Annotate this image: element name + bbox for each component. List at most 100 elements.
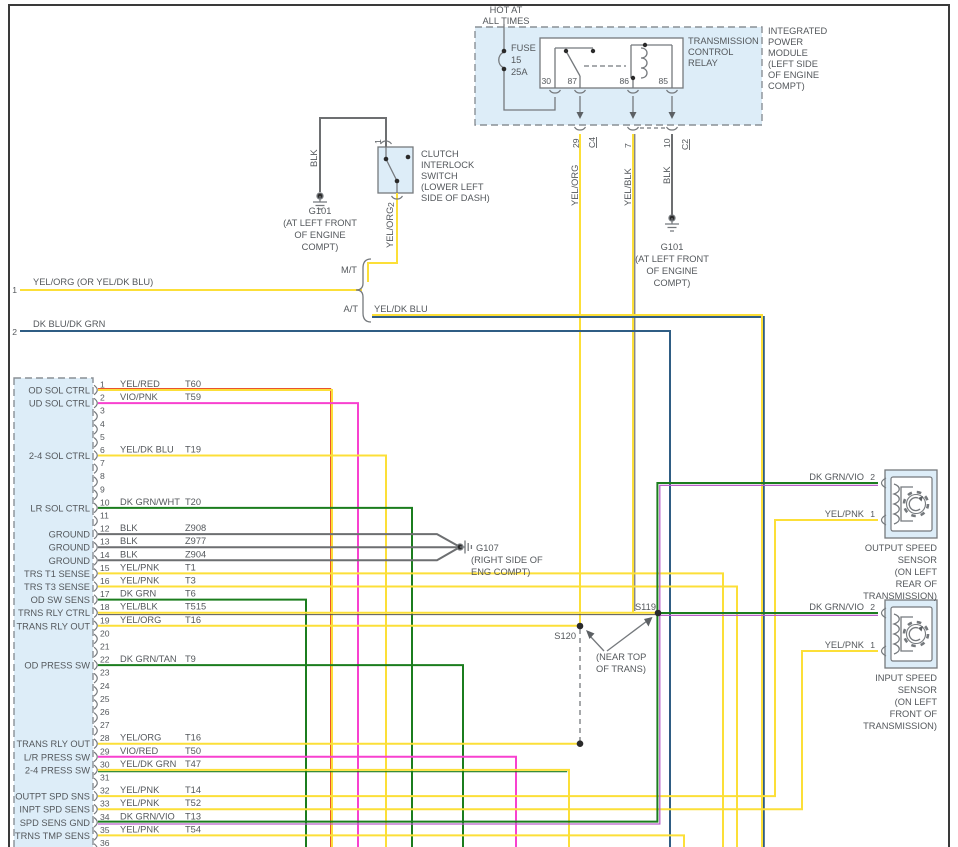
pin-socket-arc — [93, 450, 98, 461]
connector-pin-number: 8 — [100, 471, 105, 481]
connector-pin-number: 14 — [100, 550, 110, 560]
wire-code-label: T47 — [185, 759, 201, 769]
pin-socket-arc — [93, 633, 98, 645]
wire-code-label: T13 — [185, 811, 201, 821]
connector-pin-number: 3 — [100, 406, 105, 416]
pin-socket-arc — [93, 672, 98, 684]
g107-ground-icon — [460, 540, 473, 554]
row14-blk — [98, 546, 461, 562]
connector-pin-number: 23 — [100, 668, 110, 678]
pin-socket-arc — [93, 476, 98, 487]
s120-label: S120 — [554, 631, 576, 641]
svg-text:(LEFT SIDE: (LEFT SIDE — [768, 59, 818, 69]
output-pin2-wire-label: DK GRN/VIO — [809, 472, 864, 482]
wire-color-label: VIO/PNK — [120, 392, 159, 402]
output-pin1-wire-label: YEL/PNK — [825, 509, 865, 519]
s120-splice-dot — [576, 622, 584, 630]
wire-color-label: DK GRN/WHT — [120, 497, 180, 507]
connector-row-label: L/R PRESS SW — [24, 752, 90, 762]
row28-splice-dot — [576, 740, 584, 747]
connector-row-label: TRS T1 SENSE — [24, 569, 90, 579]
feed-1-number: 1 — [12, 285, 17, 295]
input-pin2: 2 — [870, 602, 875, 612]
pin-socket-arc — [93, 817, 98, 828]
pin-socket-arc — [93, 384, 98, 396]
relay-name: TRANSMISSION — [688, 36, 759, 46]
connector-pin-number: 20 — [100, 628, 110, 638]
svg-text:SWITCH: SWITCH — [421, 171, 458, 181]
wire-color-label: BLK — [120, 536, 138, 546]
connector-pin-number: 26 — [100, 707, 110, 717]
connector-row-label: TRANS RLY OUT — [16, 621, 90, 631]
pin-socket-arc — [93, 620, 98, 632]
svg-text:(LOWER LEFT: (LOWER LEFT — [421, 182, 484, 192]
connector-c4: C4 — [587, 137, 597, 148]
wire-color-label: VIO/RED — [120, 746, 159, 756]
wire-color-label: YEL/PNK — [120, 785, 160, 795]
feed-2-wire-label: DK BLU/DK GRN — [33, 319, 105, 329]
wire-color-label: YEL/PNK — [120, 798, 160, 808]
connector-pin-number: 31 — [100, 773, 110, 783]
wire-code-label: T6 — [185, 589, 196, 599]
yel-org-vert-label: YEL/ORG — [570, 165, 580, 206]
wire-color-label: BLK — [120, 523, 138, 533]
svg-text:MODULE: MODULE — [768, 48, 808, 58]
wiring-diagram: OD SOL CTRL 1 YEL/RED T60 UD SOL CTRL 2 VIO/PN… — [8, 4, 950, 847]
output-pin2: 2 — [870, 472, 875, 482]
pin-socket-arc — [93, 830, 98, 841]
clutch-pin2-label: 2 — [386, 202, 396, 207]
input-pin1: 1 — [870, 640, 875, 650]
wire-code-label: T9 — [185, 654, 196, 664]
connector-pin-number: 2 — [100, 393, 105, 403]
connector-pin-number: 27 — [100, 720, 110, 730]
hot-at-label: HOT AT — [490, 5, 523, 15]
wire-color-label: YEL/DK BLU — [120, 445, 174, 455]
pin-socket-arc — [93, 489, 98, 501]
connector-pin-number: 15 — [100, 563, 110, 573]
s119-label: S119 — [635, 602, 656, 612]
pin-socket-arc — [93, 437, 98, 448]
pin-socket-arc — [93, 424, 98, 435]
wires — [20, 24, 878, 847]
blk-vert-label: BLK — [662, 166, 672, 184]
ipm-out-pin-7: 7 — [623, 143, 633, 148]
splice-location-note: (NEAR TOP — [596, 652, 646, 662]
connector-row-label: OD SOL CTRL — [28, 386, 90, 396]
g101b-ground-icon — [665, 218, 679, 232]
connector-row-label: SPD SENS GND — [20, 818, 91, 828]
wire-code-label: T60 — [185, 379, 201, 389]
page-frame — [8, 4, 950, 847]
connector-pin-number: 11 — [100, 511, 109, 521]
pin-socket-arc — [93, 463, 98, 474]
connector-pin-number: 4 — [100, 419, 105, 429]
svg-text:SENSOR: SENSOR — [898, 555, 938, 565]
connector-pin-number: 16 — [100, 576, 110, 586]
connector-pin-number: 34 — [100, 812, 110, 822]
input-pin1-wire-label: YEL/PNK — [825, 640, 865, 650]
svg-text:(AT LEFT FRONT: (AT LEFT FRONT — [283, 218, 357, 228]
svg-text:COMPT): COMPT) — [768, 81, 805, 91]
fuse-label: FUSE — [511, 43, 536, 53]
wire-code-label: T50 — [185, 746, 201, 756]
svg-text:OF ENGINE: OF ENGINE — [294, 230, 345, 240]
connector-pin-number: 25 — [100, 694, 110, 704]
at-wire-label: YEL/DK BLU — [374, 304, 428, 314]
pin-socket-arc — [93, 541, 98, 553]
fuse-rating: 25A — [511, 67, 528, 77]
module-name: INTEGRATED — [768, 26, 828, 36]
connector-pin-number: 33 — [100, 799, 110, 809]
connector-pin-number: 29 — [100, 746, 110, 756]
svg-text:REAR OF: REAR OF — [896, 579, 938, 589]
wire-code-label: T19 — [185, 445, 201, 455]
splice-note-arrows — [586, 617, 653, 652]
svg-text:COMPT): COMPT) — [654, 278, 691, 288]
wire-color-label: YEL/PNK — [120, 824, 160, 834]
clutch-interlock-switch-box — [377, 146, 414, 194]
at-label: A/T — [344, 304, 359, 314]
pin-socket-arc — [93, 528, 98, 540]
svg-text:OF ENGINE: OF ENGINE — [768, 70, 819, 80]
wire-code-label: T59 — [185, 392, 201, 402]
svg-text:RELAY: RELAY — [688, 58, 718, 68]
wire-code-label: T52 — [185, 798, 201, 808]
connector-pin-number: 22 — [100, 655, 110, 665]
